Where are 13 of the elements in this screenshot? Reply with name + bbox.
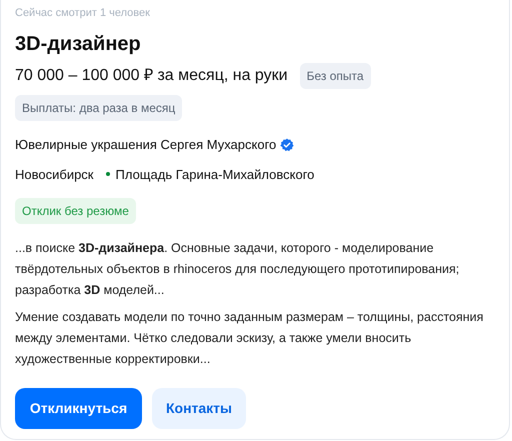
response-tag: Отклик без резюме — [15, 198, 136, 224]
description-snippet: Умение создавать модели по точно заданным размерам – толщины, расстояния между элементами. Чётко следовали эскизу, а также умели вносить художественные корректировки... — [15, 309, 484, 368]
metro-station: Площадь Гарина-Михайловского — [116, 166, 314, 184]
vacancy-title[interactable]: 3D-дизайнер — [15, 31, 495, 57]
description-snippet: ...в поиске 3D-дизайнера. Основные задачи, которого - моделирование твёрдотельных объектов в rhinoceros для последующего прототипирования; разработка 3D моделей... — [15, 240, 460, 299]
contacts-button[interactable]: Контакты — [152, 388, 246, 429]
payout-tag: Выплаты: два раза в месяц — [15, 95, 182, 121]
company-name[interactable]: Ювелирные украшения Сергея Мухарского — [15, 135, 276, 154]
experience-tag: Без опыта — [300, 63, 371, 89]
city: Новосибирск — [15, 166, 94, 184]
salary: 70 000 – 100 000 ₽ за месяц, на руки — [15, 66, 288, 86]
viewers-count: Сейчас смотрит 1 человек — [15, 6, 151, 21]
respond-button[interactable]: Откликнуться — [15, 388, 142, 429]
